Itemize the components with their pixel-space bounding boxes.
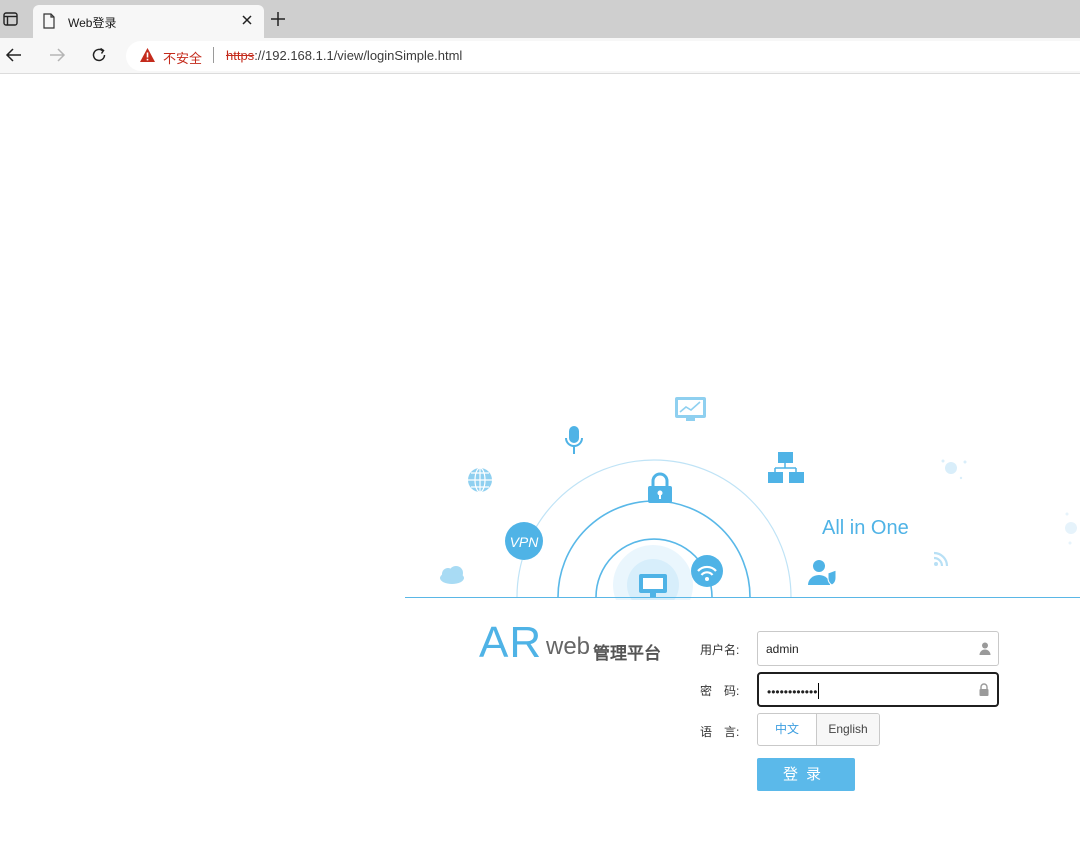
language-label: 语 言: [700, 725, 740, 739]
close-tab-icon[interactable] [240, 13, 254, 27]
chart-monitor-icon [675, 397, 706, 421]
browser-toolbar [0, 38, 1080, 74]
warning-icon[interactable] [139, 47, 156, 63]
sparkle-dots-icon [941, 459, 1077, 545]
tab-bar: Web登录 [0, 0, 1080, 38]
refresh-icon[interactable] [90, 46, 108, 64]
password-label: 密 码: [700, 684, 740, 698]
wifi-icon [691, 555, 723, 587]
url-text[interactable]: https://192.168.1.1/view/loginSimple.htm… [226, 48, 462, 63]
address-divider [213, 47, 214, 63]
username-field[interactable]: admin [757, 631, 999, 666]
brand-ar: AR [479, 618, 543, 667]
forward-arrow-icon[interactable] [48, 46, 66, 64]
user-icon [979, 642, 991, 655]
user-shield-icon [808, 560, 837, 586]
brand-web: web [546, 633, 591, 660]
network-topology-icon [768, 452, 804, 483]
tab-actions-icon[interactable] [2, 10, 20, 28]
language-switch: 中文 English [757, 713, 880, 746]
url-protocol: https [226, 48, 255, 63]
browser-tab[interactable]: Web登录 [33, 5, 264, 38]
password-field[interactable]: •••••••••••• [757, 672, 999, 707]
page-icon [43, 13, 55, 29]
lang-chinese-button[interactable]: 中文 [758, 714, 817, 745]
cloud-icon [440, 566, 464, 584]
security-status[interactable]: 不安全 [163, 48, 202, 67]
globe-icon [468, 467, 492, 493]
username-value: admin [766, 642, 799, 656]
vpn-label: VPN [510, 534, 540, 550]
lang-english-button[interactable]: English [817, 714, 879, 745]
hero-illustration: VPN All in One [440, 397, 1077, 600]
hero-divider [405, 597, 1080, 598]
tab-title: Web登录 [68, 16, 117, 30]
back-arrow-icon[interactable] [5, 46, 23, 64]
username-label: 用户名: [700, 643, 740, 657]
lock-field-icon [979, 683, 989, 696]
lock-icon [648, 472, 672, 503]
signal-icon [933, 551, 949, 567]
password-value: •••••••••••• [767, 683, 820, 699]
microphone-icon [565, 426, 583, 454]
brand-platform: 管理平台 [593, 644, 661, 663]
vpn-icon: VPN [505, 522, 543, 560]
new-tab-icon[interactable] [270, 11, 286, 27]
tagline: All in One [822, 517, 909, 539]
url-path: ://192.168.1.1/view/loginSimple.html [254, 48, 463, 63]
login-button[interactable]: 登录 [757, 758, 855, 791]
